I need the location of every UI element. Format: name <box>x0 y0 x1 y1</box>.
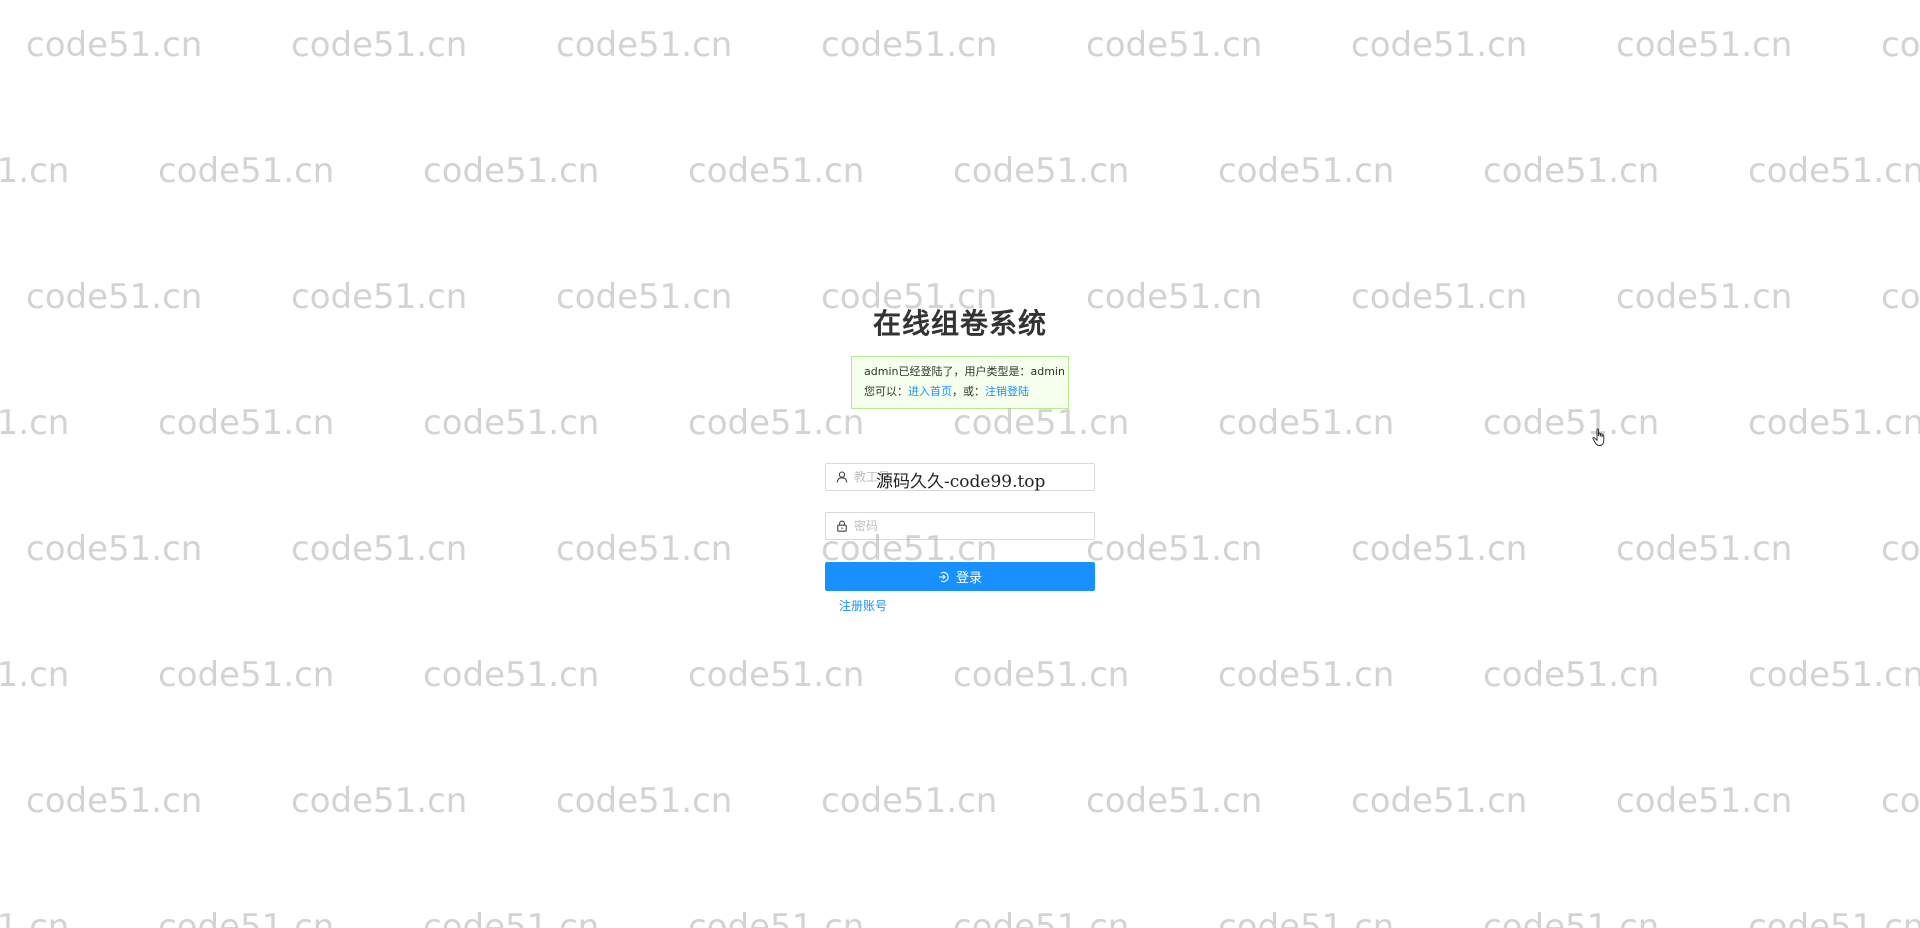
watermark-text: code51.cn <box>1748 403 1920 443</box>
watermark-text: code51.cn <box>1616 529 1793 569</box>
notice-line-1: admin已经登陆了，用户类型是：admin <box>864 365 1065 378</box>
watermark-text: code51.cn <box>158 403 335 443</box>
password-input[interactable] <box>852 518 1076 534</box>
watermark-text: code51.cn <box>556 25 733 65</box>
watermark-text: code51.cn <box>1881 25 1920 65</box>
watermark-text: code51.cn <box>1881 781 1920 821</box>
login-page: 在线组卷系统 admin已经登陆了，用户类型是：admin 您可以：进入首页，或… <box>0 0 1920 928</box>
watermark-text: code51.cn <box>1483 907 1660 928</box>
watermark-text: code51.cn <box>26 25 203 65</box>
watermark-text: code51.cn <box>953 907 1130 928</box>
register-link[interactable]: 注册账号 <box>839 597 887 614</box>
watermark-text: code51.cn <box>688 907 865 928</box>
watermark-text: code51.cn <box>556 529 733 569</box>
watermark-text: code51.cn <box>291 25 468 65</box>
watermark-text: code51.cn <box>423 403 600 443</box>
watermark-text: code51.cn <box>688 151 865 191</box>
password-field[interactable] <box>825 512 1095 540</box>
watermark-text: code51.cn <box>158 907 335 928</box>
watermark-text: code51.cn <box>423 655 600 695</box>
watermark-text: code51.cn <box>423 907 600 928</box>
login-button[interactable]: 登录 <box>825 562 1095 591</box>
watermark-text: code51.cn <box>291 781 468 821</box>
watermark-text: code51.cn <box>1086 781 1263 821</box>
watermark-text: code51.cn <box>291 277 468 317</box>
watermark-text: code51.cn <box>0 403 70 443</box>
watermark-text: code51.cn <box>423 151 600 191</box>
watermark-text: code51.cn <box>1483 655 1660 695</box>
login-panel: 在线组卷系统 admin已经登陆了，用户类型是：admin 您可以：进入首页，或… <box>825 300 1095 614</box>
watermark-text: code51.cn <box>0 655 70 695</box>
lock-icon <box>836 520 848 532</box>
watermark-text: code51.cn <box>1351 529 1528 569</box>
watermark-text: code51.cn <box>1881 529 1920 569</box>
watermark-text: code51.cn <box>1218 403 1395 443</box>
login-button-label: 登录 <box>955 571 982 586</box>
watermark-text: code51.cn <box>26 781 203 821</box>
watermark-text: code51.cn <box>1616 781 1793 821</box>
watermark-text: code51.cn <box>1086 25 1263 65</box>
watermark-text: code51.cn <box>1483 151 1660 191</box>
watermark-text: code51.cn <box>1351 781 1528 821</box>
watermark-text: code51.cn <box>26 277 203 317</box>
watermark-text: code51.cn <box>1616 277 1793 317</box>
watermark-text: code51.cn <box>1881 277 1920 317</box>
watermark-text: code51.cn <box>1483 403 1660 443</box>
enter-home-link[interactable]: 进入首页 <box>908 385 952 398</box>
watermark-text: code51.cn <box>0 907 70 928</box>
watermark-text: code51.cn <box>1218 907 1395 928</box>
username-field[interactable]: 源码久久-code99.top <box>825 463 1095 492</box>
watermark-text: code51.cn <box>953 655 1130 695</box>
page-title: 在线组卷系统 <box>872 307 1047 340</box>
watermark-text: code51.cn <box>1218 655 1395 695</box>
watermark-text: code51.cn <box>1748 151 1920 191</box>
watermark-text: code51.cn <box>556 277 733 317</box>
watermark-text: code51.cn <box>1086 277 1263 317</box>
logout-link[interactable]: 注销登陆 <box>985 385 1029 398</box>
user-icon <box>836 471 848 483</box>
hand-cursor-icon <box>1592 428 1608 452</box>
watermark-text: code51.cn <box>291 529 468 569</box>
watermark-text: code51.cn <box>1351 25 1528 65</box>
notice-prefix: 您可以： <box>864 385 908 398</box>
watermark-text: code51.cn <box>821 781 998 821</box>
watermark-text: code51.cn <box>1086 529 1263 569</box>
watermark-text: code51.cn <box>1748 655 1920 695</box>
watermark-text: code51.cn <box>1616 25 1793 65</box>
watermark-text: code51.cn <box>1748 907 1920 928</box>
watermark-text: code51.cn <box>26 529 203 569</box>
watermark-text: code51.cn <box>1218 151 1395 191</box>
notice-or: ，或： <box>952 385 985 398</box>
logged-in-notice: admin已经登陆了，用户类型是：admin 您可以：进入首页，或：注销登陆 <box>851 356 1069 409</box>
watermark-text: code51.cn <box>158 151 335 191</box>
watermark-text: code51.cn <box>1351 277 1528 317</box>
watermark-text: code51.cn <box>0 151 70 191</box>
login-icon <box>938 571 950 583</box>
username-input[interactable] <box>852 469 1076 485</box>
watermark-text: code51.cn <box>953 151 1130 191</box>
watermark-text: code51.cn <box>821 25 998 65</box>
watermark-text: code51.cn <box>158 655 335 695</box>
notice-line-2: 您可以：进入首页，或：注销登陆 <box>864 382 1068 402</box>
watermark-text: code51.cn <box>556 781 733 821</box>
watermark-text: code51.cn <box>688 655 865 695</box>
